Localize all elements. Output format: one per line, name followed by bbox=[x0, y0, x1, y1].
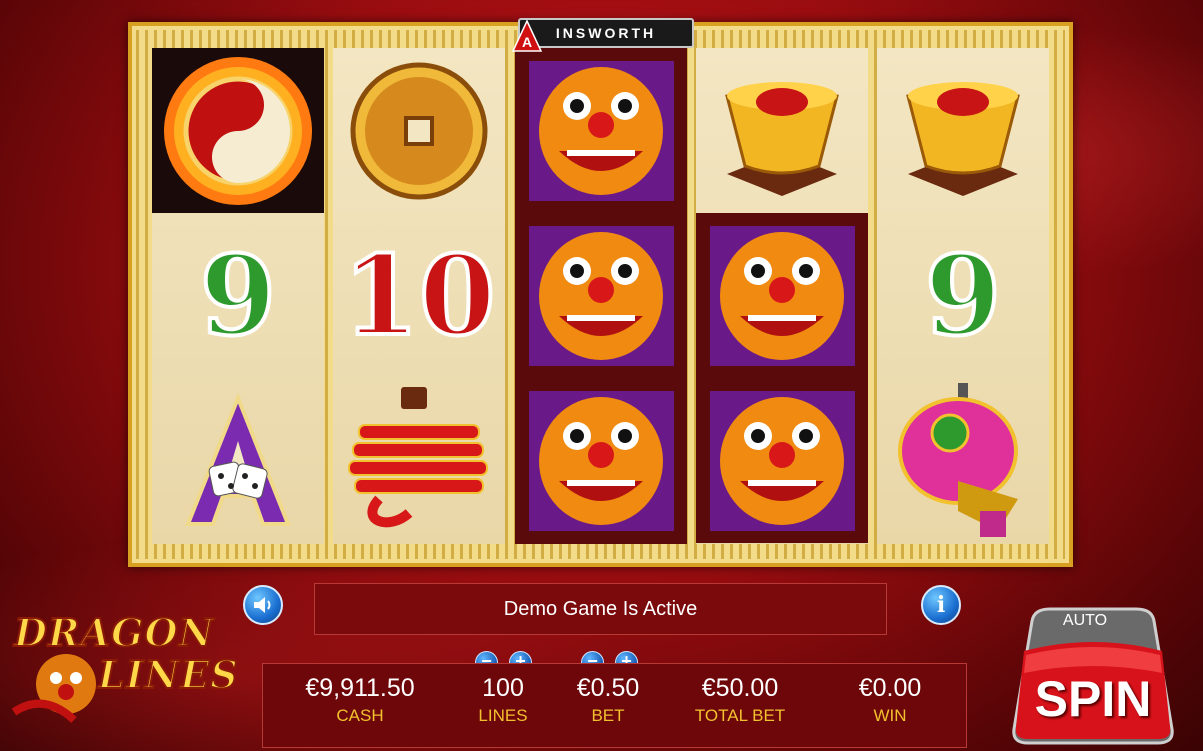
total-bet-stat: €50.00 TOTAL BET bbox=[675, 674, 805, 726]
reel-1: 9 bbox=[152, 48, 324, 544]
bet-value: €0.50 bbox=[576, 674, 640, 702]
symbol-10: 10 bbox=[340, 229, 497, 362]
bet-stat: €0.50 BET bbox=[558, 674, 658, 726]
message-bar: Demo Game Is Active bbox=[314, 583, 887, 635]
bet-label: BET bbox=[591, 706, 625, 725]
symbol-yin-yang-dragon bbox=[152, 48, 324, 213]
lines-stat: 100 LINES bbox=[453, 674, 553, 726]
spin-label: SPIN bbox=[1034, 671, 1152, 727]
reel-2: 10 bbox=[333, 48, 505, 544]
stats-panel: €9,911.50 CASH 100 LINES €0.50 BET €50.0… bbox=[262, 663, 967, 748]
cash-stat: €9,911.50 CASH bbox=[285, 674, 435, 726]
brand-banner: INSWORTH bbox=[518, 18, 694, 48]
reel-3 bbox=[515, 48, 687, 544]
symbol-9: 9 bbox=[923, 229, 1004, 362]
lines-label: LINES bbox=[478, 706, 528, 725]
auto-label: AUTO bbox=[1062, 612, 1108, 629]
symbol-dragon-mask bbox=[696, 378, 868, 543]
reel-5: 9 bbox=[877, 48, 1049, 544]
symbol-a-dice bbox=[152, 378, 324, 543]
message-text: Demo Game Is Active bbox=[503, 597, 698, 620]
symbol-dragon-mask bbox=[515, 378, 687, 543]
win-stat: €0.00 WIN bbox=[835, 674, 945, 726]
symbol-dragon-mask bbox=[515, 48, 687, 213]
symbol-dragon-mask bbox=[515, 213, 687, 378]
auto-button[interactable]: AUTO bbox=[1050, 612, 1120, 630]
symbol-gold-coin bbox=[333, 48, 505, 213]
svg-text:A: A bbox=[522, 34, 532, 50]
win-value: €0.00 bbox=[858, 674, 922, 702]
symbol-gold-ingot bbox=[696, 48, 868, 213]
total-bet-label: TOTAL BET bbox=[694, 706, 786, 725]
logo-title-line2: LINES bbox=[97, 651, 239, 698]
symbol-dragon-mask bbox=[696, 213, 868, 378]
speaker-icon bbox=[254, 597, 271, 613]
symbol-gold-ingot bbox=[877, 48, 1049, 213]
win-label: WIN bbox=[873, 706, 907, 725]
cash-value: €9,911.50 bbox=[305, 674, 415, 702]
info-button[interactable]: i bbox=[921, 585, 961, 625]
total-bet-value: €50.00 bbox=[701, 674, 779, 702]
brand-name: INSWORTH bbox=[555, 25, 657, 41]
logo-title-line1: DRAGON bbox=[13, 609, 215, 656]
cash-label: CASH bbox=[336, 706, 384, 725]
brand-logo-icon: A bbox=[512, 20, 542, 52]
lines-value: 100 bbox=[482, 674, 524, 702]
symbol-firecrackers bbox=[333, 378, 505, 543]
sound-button[interactable] bbox=[243, 585, 283, 625]
symbol-9: 9 bbox=[198, 229, 279, 362]
symbol-pink-lantern bbox=[877, 378, 1049, 543]
info-icon: i bbox=[936, 592, 946, 618]
reels-area: 9 10 9 bbox=[152, 48, 1049, 544]
reel-4 bbox=[696, 48, 868, 544]
